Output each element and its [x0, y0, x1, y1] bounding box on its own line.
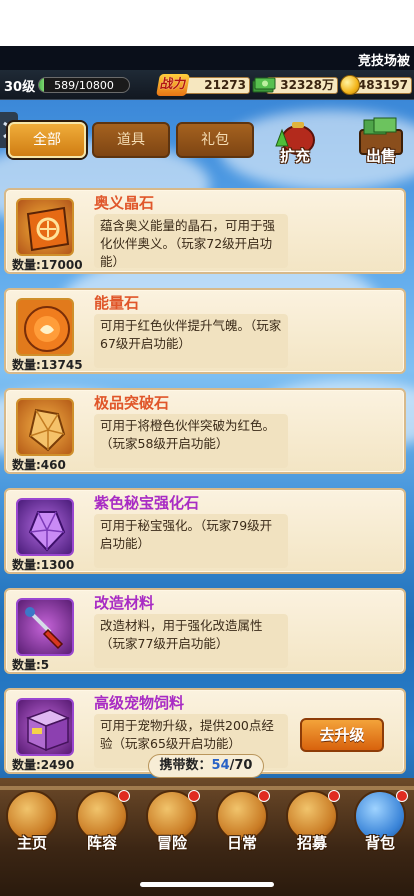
nav-home-label: 主页 — [16, 834, 47, 852]
sell-label: 出售 — [365, 147, 396, 165]
top-strip: 竞技场被 — [0, 46, 414, 70]
item-description: 改造材料，用于强化改造属性（玩家77级开启功能） — [94, 614, 288, 668]
nav-bag-label: 背包 — [364, 834, 395, 852]
item-name: 高级宠物饲料 — [94, 694, 185, 712]
item-name: 极品突破石 — [94, 394, 170, 412]
tab-gift[interactable]: 礼包 — [176, 122, 254, 158]
item-description: 可用于红色伙伴提升气魄。（玩家67级开启功能） — [94, 314, 288, 368]
notification-dot — [258, 790, 270, 802]
carry-current: 54 — [211, 758, 230, 773]
expand-button[interactable]: 扩充 — [268, 116, 322, 168]
item-description: 蕴含奥义能量的晶石，可用于强化伙伴奥义。（玩家72级开启功能） — [94, 214, 288, 269]
purple-gem-icon — [16, 498, 74, 556]
item-list[interactable]: 数量:17000 奥义晶石 蕴含奥义能量的晶石，可用于强化伙伴奥义。（玩家72级… — [4, 172, 410, 778]
item-quantity: 数量:460 — [12, 458, 66, 472]
item-name: 紫色秘宝强化石 — [94, 494, 200, 512]
list-item[interactable]: 数量:13745 能量石 可用于红色伙伴提升气魄。（玩家67级开启功能） — [4, 288, 406, 374]
nav-daily[interactable]: 日常 — [212, 790, 272, 854]
carry-label: 携带数： — [159, 758, 212, 773]
nav-lineup-label: 阵容 — [86, 834, 117, 852]
item-name: 改造材料 — [94, 594, 155, 612]
list-item[interactable]: 数量:1300 紫色秘宝强化石 可用于秘宝强化。（玩家79级开启功能） — [4, 488, 406, 574]
gold-value: 483197 — [352, 77, 412, 94]
notification-dot — [328, 790, 340, 802]
item-description: 可用于秘宝强化。（玩家79级开启功能） — [94, 514, 288, 568]
pet-food-box-icon — [16, 698, 74, 756]
nav-daily-label: 日常 — [226, 834, 257, 852]
item-description: 可用于将橙色伙伴突破为红色。（玩家58级开启功能） — [94, 414, 288, 468]
power-badge: 战力 — [156, 74, 190, 96]
status-bar — [0, 0, 414, 46]
carry-total: /70 — [229, 758, 253, 773]
nav-lineup[interactable]: 阵容 — [72, 790, 132, 854]
nav-home[interactable]: 主页 — [2, 790, 62, 854]
exp-bar: 589/10800 — [38, 77, 130, 93]
list-item[interactable]: 数量:17000 奥义晶石 蕴含奥义能量的晶石，可用于强化伙伴奥义。（玩家72级… — [4, 188, 406, 274]
notification-dot — [188, 790, 200, 802]
screwdriver-icon — [16, 598, 74, 656]
go-upgrade-button[interactable]: 去升级 — [300, 718, 384, 752]
notification-dot — [396, 790, 408, 802]
tab-all[interactable]: 全部 — [8, 122, 86, 158]
item-quantity: 数量:17000 — [12, 258, 83, 272]
list-item[interactable]: 数量:460 极品突破石 可用于将橙色伙伴突破为红色。（玩家58级开启功能） — [4, 388, 406, 474]
breakthrough-stone-icon — [16, 398, 74, 456]
notification-dot — [118, 790, 130, 802]
crystal-icon — [16, 198, 74, 256]
tab-items[interactable]: 道具 — [92, 122, 170, 158]
energy-stone-icon — [16, 298, 74, 356]
sell-button[interactable]: 出售 — [354, 116, 408, 168]
player-level: 30级 — [4, 80, 36, 95]
nav-recruit[interactable]: 招募 — [282, 790, 342, 854]
home-indicator — [140, 882, 274, 887]
nav-adventure[interactable]: 冒险 — [142, 790, 202, 854]
item-quantity: 数量:13745 — [12, 358, 83, 372]
exp-text: 589/10800 — [54, 79, 114, 92]
item-name: 能量石 — [94, 294, 140, 312]
item-quantity: 数量:1300 — [12, 558, 75, 572]
nav-adventure-label: 冒险 — [156, 834, 187, 852]
item-name: 奥义晶石 — [94, 194, 155, 212]
arena-label[interactable]: 竞技场被 — [358, 50, 410, 69]
nav-bag[interactable]: 背包 — [350, 790, 410, 854]
money-icon — [252, 77, 276, 93]
gold-coin-icon — [340, 75, 360, 95]
resource-bar: 30级 589/10800 21273 战力 32328万 483197 — [0, 70, 414, 100]
expand-label: 扩充 — [279, 147, 310, 165]
item-quantity: 数量:5 — [12, 658, 50, 672]
item-quantity: 数量:2490 — [12, 758, 75, 772]
list-item[interactable]: 数量:5 改造材料 改造材料，用于强化改造属性（玩家77级开启功能） — [4, 588, 406, 674]
carry-count: 携带数：54/70 — [148, 754, 264, 778]
nav-recruit-label: 招募 — [296, 834, 327, 852]
money-value: 32328万 — [266, 77, 338, 94]
